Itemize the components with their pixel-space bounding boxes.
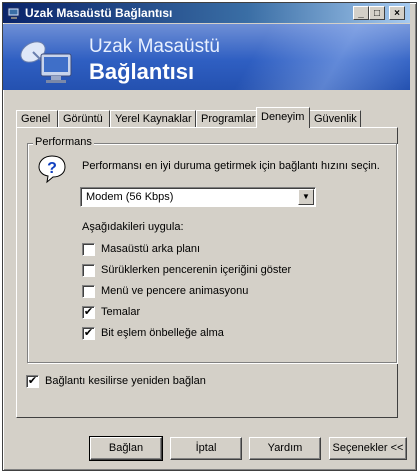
help-button[interactable]: Yardım <box>249 437 321 460</box>
option-label: Masaüstü arka planı <box>101 243 201 255</box>
reconnect-label: Bağlantı kesilirse yeniden bağlan <box>45 375 206 387</box>
tab-yerel-kaynaklar[interactable]: Yerel Kaynaklar <box>110 110 196 127</box>
checkbox[interactable] <box>82 264 95 277</box>
tab-programlar[interactable]: Programlar <box>196 110 258 127</box>
option-label: Sürüklerken pencerenin içeriğini göster <box>101 264 292 276</box>
performance-group-label: Performans <box>33 136 94 148</box>
apply-label: Aşağıdakileri uygula: <box>82 221 184 233</box>
close-button[interactable]: × <box>389 6 405 20</box>
header-banner: Uzak Masaüstü Bağlantısı <box>3 24 410 90</box>
svg-text:?: ? <box>47 160 57 177</box>
chevron-down-icon[interactable]: ▼ <box>298 189 314 205</box>
monitor-satellite-icon <box>20 41 72 83</box>
checkbox[interactable] <box>82 243 95 256</box>
checkbox[interactable]: ✔ <box>82 327 95 340</box>
banner-title-line2: Bağlantısı <box>89 59 195 84</box>
checkbox[interactable]: ✔ <box>82 306 95 319</box>
option-label: Bit eşlem önbelleğe alma <box>101 327 224 339</box>
minimize-button[interactable]: _ <box>353 6 369 20</box>
connection-speed-value: Modem (56 Kbps) <box>86 191 174 203</box>
banner-decoration <box>190 24 410 90</box>
question-icon: ? <box>38 155 66 184</box>
tab-goruntu[interactable]: Görüntü <box>58 110 110 127</box>
checkbox[interactable]: ✔ <box>26 375 39 388</box>
remote-desktop-icon <box>7 7 20 19</box>
banner-title-line1: Uzak Masaüstü <box>89 36 220 57</box>
maximize-button[interactable]: □ <box>369 6 385 20</box>
tab-genel[interactable]: Genel <box>16 110 58 127</box>
tab-guvenlik[interactable]: Güvenlik <box>309 110 361 127</box>
window-title: Uzak Masaüstü Bağlantısı <box>25 6 173 20</box>
performance-description: Performansı en iyi duruma getirmek için … <box>82 160 380 172</box>
option-label: Temalar <box>101 306 141 318</box>
option-label: Menü ve pencere animasyonu <box>101 285 249 297</box>
connection-speed-select[interactable]: Modem (56 Kbps) ▼ <box>80 187 316 207</box>
cancel-button[interactable]: İptal <box>170 437 242 460</box>
tab-deneyim[interactable]: Deneyim <box>256 107 310 128</box>
title-bar[interactable]: Uzak Masaüstü Bağlantısı _ □ × <box>3 3 410 23</box>
connect-button[interactable]: Bağlan <box>89 436 163 461</box>
checkbox[interactable] <box>82 285 95 298</box>
options-toggle-button[interactable]: Seçenekler << <box>329 437 407 460</box>
